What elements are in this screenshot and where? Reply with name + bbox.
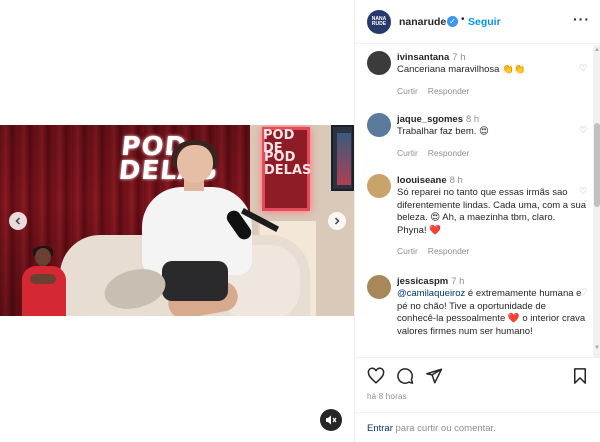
chevron-left-icon[interactable] — [9, 212, 27, 230]
sign-language-interpreter — [18, 246, 70, 316]
comment-time[interactable]: 7 h — [451, 276, 464, 287]
post-timestamp[interactable]: há 8 horas — [367, 392, 407, 401]
comment-time[interactable]: 8 h — [450, 175, 463, 186]
heart-icon[interactable] — [367, 367, 385, 385]
verified-badge-icon: ✓ — [447, 16, 458, 27]
comments-list[interactable]: ivinsantana 7 h Canceriana maravilhosa 👏👏… — [355, 45, 593, 357]
comment-reply-link[interactable]: Responder — [428, 148, 470, 158]
comment-username[interactable]: jaque_sgomes — [397, 114, 463, 125]
login-link[interactable]: Entrar — [367, 423, 393, 434]
comment-heart-icon[interactable]: ♡ — [579, 125, 589, 135]
comment-actions: Curtir Responder — [397, 245, 587, 257]
comment-actions: Curtir Responder — [397, 85, 587, 97]
comment-text: Canceriana maravilhosa 👏👏 — [397, 64, 526, 76]
logo-small2-line-2: DELAS — [264, 163, 312, 178]
interpreter-hands — [30, 274, 56, 284]
guest-face — [177, 145, 213, 183]
tv-screen — [331, 125, 354, 191]
comment-mention[interactable]: @camilaqueiroz — [397, 288, 465, 299]
guest-skirt — [162, 261, 228, 301]
comment-body: loouiseane 8 h Só reparei no tanto que es… — [397, 175, 587, 257]
post-media-pane: POD DELAS POD DE POD DELAS — [0, 0, 354, 442]
comments-scrollbar[interactable]: ▲ ▼ — [593, 45, 600, 357]
interpreter-head — [35, 248, 51, 266]
tv-picture — [337, 133, 351, 185]
follow-button[interactable]: Seguir — [468, 16, 501, 28]
comment-text: Trabalhar faz bem. 😍 — [397, 126, 489, 138]
comment-username[interactable]: ivinsantana — [397, 52, 449, 63]
comment-username[interactable]: jessicaspm — [397, 276, 448, 287]
speaker-muted-icon[interactable] — [320, 409, 342, 431]
login-prompt: Entrar para curtir ou comentar. — [355, 412, 600, 442]
comment-body: jessicaspm 7 h @camilaqueiroz é extremame… — [397, 276, 587, 338]
header-separator: • — [461, 14, 465, 25]
comment-body: ivinsantana 7 h Canceriana maravilhosa 👏👏… — [397, 52, 587, 97]
send-icon[interactable] — [425, 367, 443, 385]
avatar[interactable]: NANA RUDE — [367, 10, 391, 34]
chevron-right-icon[interactable] — [328, 212, 346, 230]
more-options-icon[interactable]: ··· — [573, 12, 590, 26]
post-side-panel: NANA RUDE nanarude ✓ • Seguir ··· ivinsa… — [354, 0, 600, 442]
comment-heart-icon[interactable]: ♡ — [579, 287, 589, 297]
comment-actions: Curtir Responder — [397, 147, 587, 159]
comment-time[interactable]: 8 h — [466, 114, 479, 125]
commenter-avatar[interactable] — [367, 51, 391, 75]
bookmark-icon[interactable] — [571, 367, 589, 385]
post-action-bar — [355, 357, 600, 393]
comment-like-link[interactable]: Curtir — [397, 86, 418, 96]
commenter-avatar[interactable] — [367, 174, 391, 198]
author-username[interactable]: nanarude — [399, 16, 446, 28]
comment-text: @camilaqueiroz é extremamente humana e p… — [397, 288, 587, 338]
comment-text: Só reparei no tanto que essas irmãs sao … — [397, 187, 587, 236]
comment-time[interactable]: 7 h — [452, 52, 465, 63]
podcast-logo-small-2: POD DELAS — [264, 151, 311, 177]
comment-body: jaque_sgomes 8 h Trabalhar faz bem. 😍 Cur… — [397, 114, 587, 159]
avatar-text-2: RUDE — [371, 21, 387, 27]
comment-like-link[interactable]: Curtir — [397, 148, 418, 158]
comment-heart-icon[interactable]: ♡ — [579, 186, 589, 196]
scroll-down-arrow-icon[interactable]: ▼ — [594, 345, 600, 351]
login-prompt-text: para curtir ou comentar. — [392, 423, 496, 434]
scroll-up-arrow-icon[interactable]: ▲ — [594, 47, 600, 53]
comment-reply-link[interactable]: Responder — [428, 246, 470, 256]
post-header: NANA RUDE nanarude ✓ • Seguir ··· — [355, 0, 600, 44]
comment-icon[interactable] — [396, 367, 414, 385]
commenter-avatar[interactable] — [367, 275, 391, 299]
scroll-thumb[interactable] — [594, 123, 600, 207]
comment-heart-icon[interactable]: ♡ — [579, 63, 589, 73]
comment-username[interactable]: loouiseane — [397, 175, 447, 186]
comment-like-link[interactable]: Curtir — [397, 246, 418, 256]
comment-reply-link[interactable]: Responder — [428, 86, 470, 96]
commenter-avatar[interactable] — [367, 113, 391, 137]
